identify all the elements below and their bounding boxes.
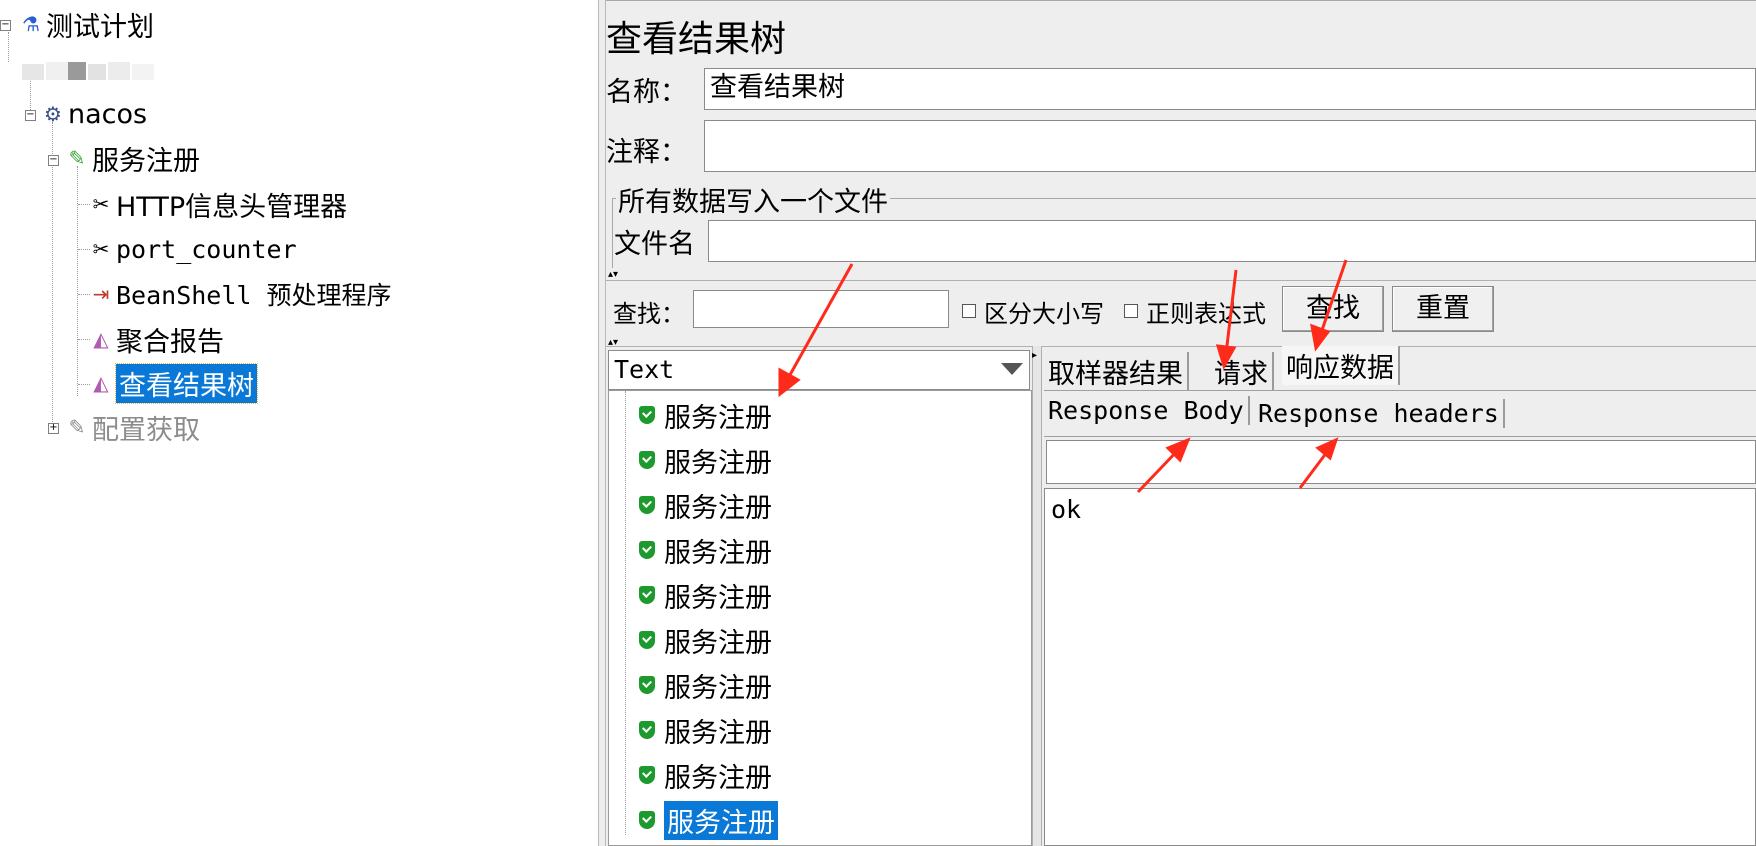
case-sensitive-label: 区分大小写 (984, 300, 1104, 328)
success-shield-icon (639, 811, 655, 829)
results-splitter[interactable] (1032, 346, 1042, 846)
tab-divider (1044, 390, 1756, 391)
results-list[interactable]: 服务注册 服务注册 服务注册 服务注册 服务注册 服务注册 服务注册 服务注册 … (608, 390, 1032, 846)
success-shield-icon (639, 406, 655, 424)
regex-label: 正则表达式 (1146, 300, 1266, 328)
list-item[interactable]: 服务注册 (639, 710, 772, 750)
success-shield-icon (639, 451, 655, 469)
search-label: 查找： (613, 300, 685, 328)
name-field[interactable]: 查看结果树 (704, 68, 1756, 110)
list-item[interactable]: 服务注册 (639, 755, 772, 795)
list-item[interactable]: 服务注册 (639, 440, 772, 480)
list-item[interactable]: 服务注册 (639, 485, 772, 525)
search-input[interactable] (693, 290, 949, 328)
success-shield-icon (639, 586, 655, 604)
file-group-label: 所有数据写入一个文件 (616, 180, 890, 219)
divider (606, 346, 1756, 347)
find-button[interactable]: 查找 (1282, 286, 1384, 332)
list-item[interactable]: 服务注册 (639, 620, 772, 660)
response-body-area[interactable]: ok (1044, 488, 1756, 846)
reset-button[interactable]: 重置 (1392, 286, 1494, 332)
collapse-toggle[interactable]: − (25, 110, 36, 121)
success-shield-icon (639, 541, 655, 559)
script-icon: ⇥ (92, 282, 110, 306)
success-shield-icon (639, 676, 655, 694)
expand-toggle[interactable]: + (48, 423, 59, 434)
list-item[interactable]: 服务注册 (639, 800, 778, 840)
chart-icon: ◭ (93, 371, 109, 395)
chart-icon: ◭ (93, 327, 109, 351)
flask-icon: ⚗ (22, 12, 40, 36)
tree-node-service-register[interactable]: ✎ 服务注册 (66, 138, 200, 178)
success-shield-icon (639, 766, 655, 784)
splitter-arrow-icon[interactable]: ▸ (1032, 350, 1037, 361)
list-item[interactable]: 服务注册 (639, 395, 772, 435)
list-item[interactable]: 服务注册 (639, 575, 772, 615)
regex-checkbox[interactable] (1124, 304, 1138, 318)
name-label: 名称： (606, 77, 687, 108)
dropper-icon: ✎ (68, 415, 86, 439)
panel-title: 查看结果树 (606, 19, 787, 60)
tree-node-config-fetch[interactable]: ✎ 配置获取 (66, 407, 200, 447)
tab-sampler-result[interactable]: 取样器结果 (1048, 352, 1189, 391)
comment-field[interactable] (704, 120, 1756, 172)
tree-node-nacos[interactable]: ⚙ nacos (42, 94, 147, 134)
response-body-text: ok (1051, 495, 1082, 524)
success-shield-icon (639, 721, 655, 739)
collapse-toggle[interactable]: − (0, 20, 11, 31)
blurred-node (22, 60, 154, 82)
tree-node-beanshell[interactable]: ⇥ BeanShell 预处理程序 (90, 274, 392, 314)
test-plan-tree[interactable]: − ⚗ 测试计划 − ⚙ nacos − ✎ 服务注册 ✂ HTTP信息头管理器… (0, 0, 598, 846)
dropper-icon: ✎ (68, 146, 86, 170)
wrench-icon: ✂ (92, 237, 110, 261)
tab-response-data[interactable]: 响应数据 (1282, 346, 1400, 385)
chevron-down-icon[interactable] (1001, 363, 1023, 375)
success-shield-icon (639, 496, 655, 514)
tree-node-test-plan[interactable]: ⚗ 测试计划 (20, 4, 154, 44)
tree-node-aggregate-report[interactable]: ◭ 聚合报告 (90, 319, 224, 359)
filename-label: 文件名 (614, 229, 695, 260)
filename-field[interactable] (708, 220, 1756, 262)
subtab-divider (1044, 436, 1756, 437)
divider (606, 280, 1756, 281)
renderer-select[interactable]: Text (608, 350, 1030, 390)
collapse-toggle[interactable]: − (48, 155, 59, 166)
gear-icon: ⚙ (44, 102, 62, 126)
subtab-response-body[interactable]: Response Body (1048, 396, 1250, 425)
subtab-response-headers[interactable]: Response headers (1258, 399, 1505, 428)
comment-label: 注释： (606, 137, 687, 168)
case-sensitive-checkbox[interactable] (962, 304, 976, 318)
tab-request[interactable]: 请求 (1214, 352, 1274, 391)
tree-node-view-results-tree[interactable]: ◭ 查看结果树 (90, 362, 258, 404)
tree-node-http-header[interactable]: ✂ HTTP信息头管理器 (90, 184, 348, 224)
splitter-arrows-icon[interactable]: ▴▾ (608, 270, 618, 280)
list-item[interactable]: 服务注册 (639, 530, 772, 570)
tree-node-port-counter[interactable]: ✂ port_counter (90, 229, 297, 269)
wrench-icon: ✂ (92, 192, 110, 216)
vertical-splitter[interactable] (598, 0, 606, 846)
success-shield-icon (639, 631, 655, 649)
list-item[interactable]: 服务注册 (639, 665, 772, 705)
response-search-field[interactable] (1046, 440, 1756, 484)
